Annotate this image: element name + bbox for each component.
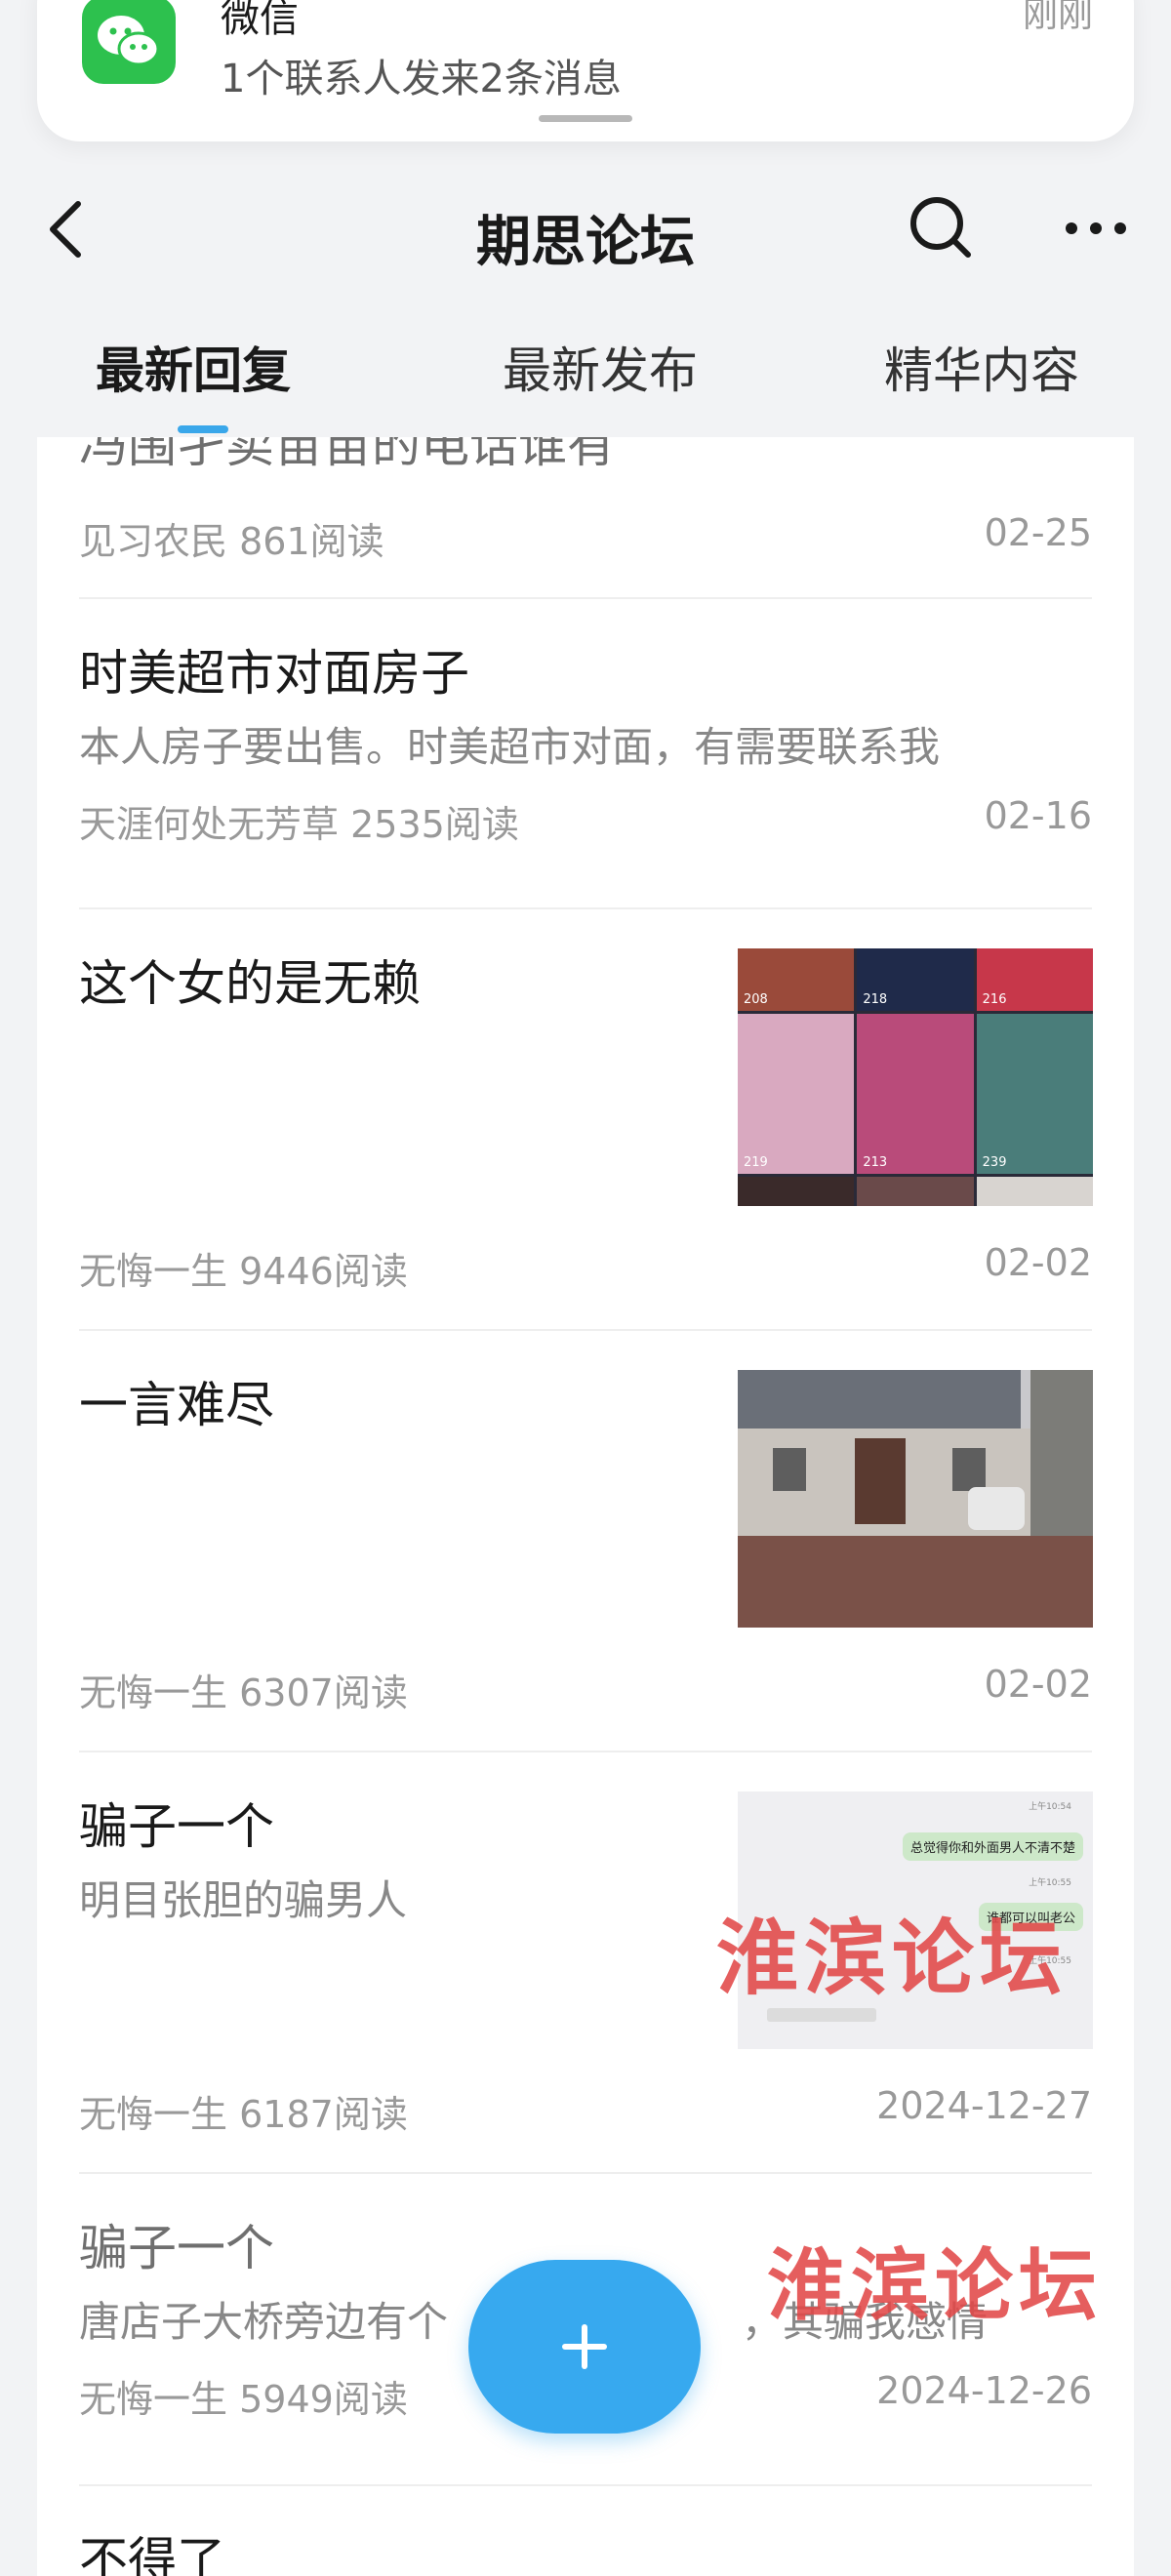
- search-icon[interactable]: [906, 192, 976, 262]
- post-title: 冯围孑卖苗苗的电话谁有: [79, 437, 616, 473]
- like-count: 219: [744, 1155, 768, 1170]
- post-title: 不得了: [79, 2532, 225, 2576]
- post-author: 天涯何处无芳草: [79, 803, 340, 846]
- post-author: 无悔一生: [79, 2378, 228, 2421]
- post-meta: 无悔一生 6307阅读: [79, 1663, 408, 1716]
- plus-icon-stroke: [582, 2324, 587, 2369]
- post-reads: 9446阅读: [239, 1250, 408, 1293]
- active-tab-indicator: [178, 425, 228, 433]
- tab-bar: 最新回复 最新发布 精华内容: [0, 312, 1171, 439]
- post-author: 见习农民: [79, 520, 228, 563]
- post-title: 一言难尽: [79, 1377, 274, 1433]
- post-reads: 861阅读: [239, 520, 384, 563]
- post-date: 02-02: [984, 1663, 1092, 1706]
- notification-time: 刚刚: [1022, 0, 1093, 35]
- post-thumbnail[interactable]: [738, 1370, 1093, 1628]
- more-icon[interactable]: [1062, 204, 1130, 253]
- like-count: 239: [982, 1155, 1007, 1170]
- wechat-icon: [82, 0, 176, 84]
- chat-time: 上午10:54: [1029, 1802, 1071, 1812]
- post-date: 02-25: [984, 511, 1092, 554]
- post-meta: 无悔一生 9446阅读: [79, 1241, 408, 1295]
- post-author: 无悔一生: [79, 2093, 228, 2136]
- notification-app-name: 微信: [221, 0, 299, 41]
- like-count: 218: [863, 992, 888, 1007]
- list-item[interactable]: 时美超市对面房子 本人房子要出售。时美超市对面，有需要联系我 天涯何处无芳草 2…: [37, 599, 1134, 909]
- post-date: 02-16: [984, 794, 1092, 837]
- post-title: 骗子一个: [79, 1798, 274, 1855]
- watermark: 淮滨论坛: [716, 1910, 1069, 2006]
- post-date: 02-02: [984, 1241, 1092, 1284]
- post-excerpt: 明目张胆的骗男人: [79, 1876, 408, 1924]
- nav-bar: 期思论坛: [0, 171, 1171, 288]
- like-count: 216: [982, 992, 1007, 1007]
- post-title: 这个女的是无赖: [79, 955, 421, 1012]
- post-author: 无悔一生: [79, 1250, 228, 1293]
- post-meta: 见习农民 861阅读: [79, 511, 384, 565]
- like-count: 213: [863, 1155, 888, 1170]
- chat-time: 上午10:55: [1029, 1878, 1071, 1888]
- post-meta: 天涯何处无芳草 2535阅读: [79, 794, 519, 848]
- list-item[interactable]: 这个女的是无赖 208 218 216 219 213 239 无悔一生 944…: [37, 909, 1134, 1331]
- post-meta: 无悔一生 6187阅读: [79, 2084, 408, 2138]
- post-list[interactable]: 冯围孑卖苗苗的电话谁有 见习农民 861阅读 02-25 时美超市对面房子 本人…: [37, 437, 1134, 2576]
- post-date: 2024-12-26: [876, 2369, 1092, 2412]
- post-reads: 6307阅读: [239, 1671, 408, 1714]
- tab-featured[interactable]: 精华内容: [884, 332, 1079, 402]
- watermark: 淮滨论坛: [767, 2239, 1103, 2331]
- notification-drag-handle[interactable]: [539, 115, 632, 122]
- post-thumbnail[interactable]: 208 218 216 219 213 239: [738, 948, 1093, 1206]
- chat-bubble: 总觉得你和外面男人不清不楚: [902, 1832, 1083, 1861]
- tab-latest-posts[interactable]: 最新发布: [503, 332, 698, 402]
- post-date: 2024-12-27: [876, 2084, 1092, 2127]
- post-reads: 6187阅读: [239, 2093, 408, 2136]
- list-item[interactable]: 不得了: [37, 2486, 1134, 2576]
- post-title: 骗子一个: [79, 2220, 274, 2276]
- list-item[interactable]: 一言难尽 无悔一生 6307阅读 02-02: [37, 1331, 1134, 1752]
- tab-latest-replies[interactable]: 最新回复: [96, 332, 291, 402]
- post-meta: 无悔一生 5949阅读: [79, 2369, 408, 2423]
- notification-message: 1个联系人发来2条消息: [221, 57, 622, 101]
- list-item[interactable]: 骗子一个 明目张胆的骗男人 上午10:54 总觉得你和外面男人不清不楚 上午10…: [37, 1752, 1134, 2174]
- post-reads: 2535阅读: [350, 803, 519, 846]
- wechat-notification[interactable]: 微信 刚刚 1个联系人发来2条消息: [37, 0, 1134, 141]
- post-excerpt: 唐店子大桥旁边有个: [79, 2298, 449, 2346]
- like-count: 208: [744, 992, 768, 1007]
- post-title: 时美超市对面房子: [79, 645, 469, 702]
- post-excerpt: 本人房子要出售。时美超市对面，有需要联系我: [79, 723, 941, 771]
- post-reads: 5949阅读: [239, 2378, 408, 2421]
- list-item[interactable]: 冯围孑卖苗苗的电话谁有 见习农民 861阅读 02-25: [37, 437, 1134, 599]
- page-title: 期思论坛: [476, 211, 695, 274]
- post-author: 无悔一生: [79, 1671, 228, 1714]
- new-post-button[interactable]: [468, 2260, 701, 2434]
